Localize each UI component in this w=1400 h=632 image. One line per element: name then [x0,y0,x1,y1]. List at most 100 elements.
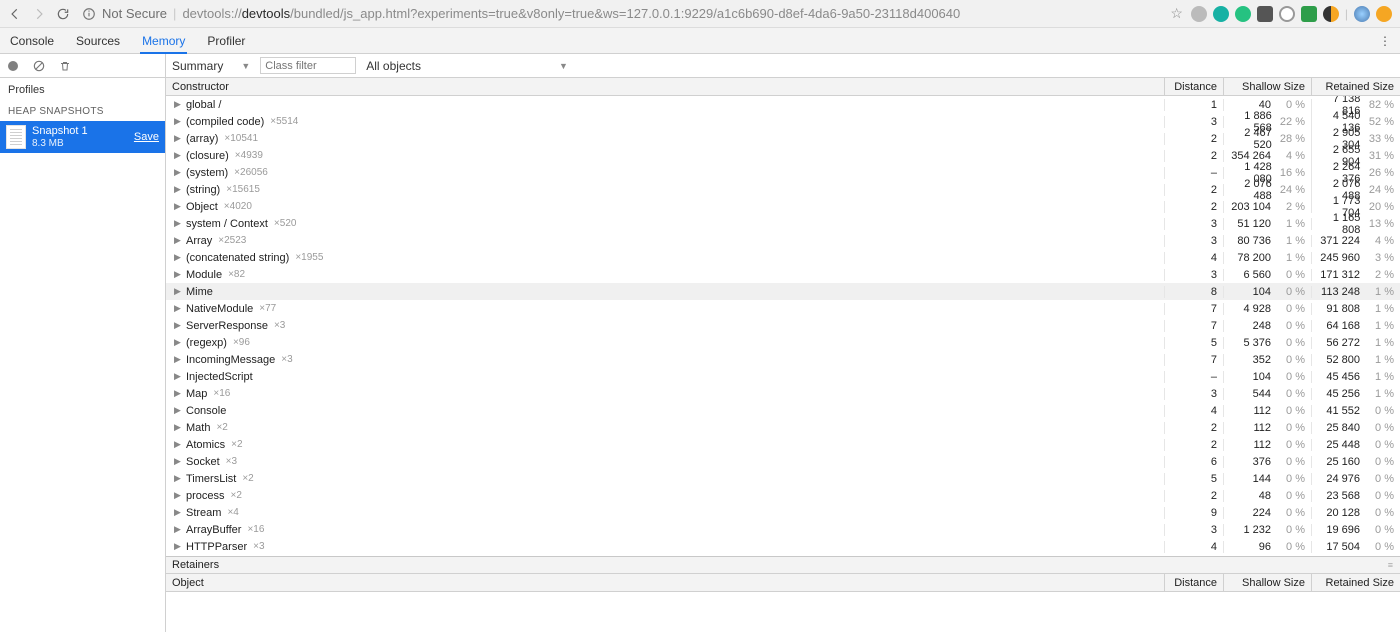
retained-pct: 0 % [1360,422,1394,434]
table-row[interactable]: ▶ArrayBuffer×1631 2320 %19 6960 % [166,521,1400,538]
trash-button[interactable] [58,59,72,73]
chevron-right-icon[interactable]: ▶ [174,473,182,484]
table-row[interactable]: ▶process×22480 %23 5680 % [166,487,1400,504]
chevron-right-icon[interactable]: ▶ [174,218,182,229]
reload-button[interactable] [54,5,72,23]
chevron-right-icon[interactable]: ▶ [174,184,182,195]
ext-icon[interactable] [1191,6,1207,22]
col-retained[interactable]: Retained Size [1312,574,1400,591]
table-row[interactable]: ▶Map×1635440 %45 2561 % [166,385,1400,402]
constructor-name: ServerResponse [186,320,268,332]
forward-button[interactable] [30,5,48,23]
snapshot-save-link[interactable]: Save [134,131,159,143]
chevron-right-icon[interactable]: ▶ [174,371,182,382]
clear-button[interactable] [32,59,46,73]
retainers-title[interactable]: Retainers ≡ [166,557,1400,574]
col-distance[interactable]: Distance [1165,78,1224,95]
devtools-more-icon[interactable]: ⋮ [1379,34,1392,48]
table-row[interactable]: ▶Object×40202203 1042 %1 773 70420 % [166,198,1400,215]
address-bar[interactable]: Not Secure | devtools://devtools/bundled… [78,3,1164,25]
col-object[interactable]: Object [166,574,1165,591]
chevron-right-icon[interactable]: ▶ [174,439,182,450]
ext-icon[interactable] [1235,6,1251,22]
table-row[interactable]: ▶Math×221120 %25 8400 % [166,419,1400,436]
table-row[interactable]: ▶(concatenated string)×1955478 2001 %245… [166,249,1400,266]
ext-icon[interactable] [1301,6,1317,22]
chevron-right-icon[interactable]: ▶ [174,490,182,501]
tab-console[interactable]: Console [8,28,56,54]
snapshot-item[interactable]: Snapshot 1 8.3 MB Save [0,121,165,153]
chevron-right-icon[interactable]: ▶ [174,133,182,144]
col-shallow[interactable]: Shallow Size [1224,574,1312,591]
chevron-right-icon[interactable]: ▶ [174,201,182,212]
shallow-pct: 0 % [1271,405,1305,417]
chevron-right-icon[interactable]: ▶ [174,541,182,552]
col-shallow[interactable]: Shallow Size [1224,78,1312,95]
view-select[interactable]: Summary▼ [172,59,250,73]
chevron-right-icon[interactable]: ▶ [174,269,182,280]
record-button[interactable] [6,59,20,73]
drag-handle-icon[interactable]: ≡ [1388,560,1394,570]
table-row[interactable]: ▶(string)×1561522 076 48824 %2 076 48824… [166,181,1400,198]
table-row[interactable]: ▶Array×2523380 7361 %371 2244 % [166,232,1400,249]
chevron-right-icon[interactable]: ▶ [174,252,182,263]
back-button[interactable] [6,5,24,23]
table-row[interactable]: ▶(closure)×49392354 2644 %2 655 90431 % [166,147,1400,164]
retained-pct: 0 % [1360,405,1394,417]
table-row[interactable]: ▶Mime81040 %113 2481 % [166,283,1400,300]
chevron-right-icon[interactable]: ▶ [174,405,182,416]
chevron-right-icon[interactable]: ▶ [174,388,182,399]
distance-value: 2 [1211,184,1217,196]
table-row[interactable]: ▶(regexp)×9655 3760 %56 2721 % [166,334,1400,351]
table-row[interactable]: ▶global /1400 %7 138 81682 % [166,96,1400,113]
chevron-right-icon[interactable]: ▶ [174,167,182,178]
table-row[interactable]: ▶Console41120 %41 5520 % [166,402,1400,419]
table-row[interactable]: ▶(system)×26056–1 428 08016 %2 264 37626… [166,164,1400,181]
tab-profiler[interactable]: Profiler [205,28,247,54]
chevron-right-icon[interactable]: ▶ [174,303,182,314]
table-row[interactable]: ▶IncomingMessage×373520 %52 8001 % [166,351,1400,368]
chevron-right-icon[interactable]: ▶ [174,99,182,110]
ext-icon[interactable] [1376,6,1392,22]
table-row[interactable]: ▶system / Context×520351 1201 %1 165 808… [166,215,1400,232]
chevron-right-icon[interactable]: ▶ [174,150,182,161]
retained-pct: 4 % [1360,235,1394,247]
col-retained[interactable]: Retained Size [1312,78,1400,95]
tab-sources[interactable]: Sources [74,28,122,54]
table-row[interactable]: ▶Socket×363760 %25 1600 % [166,453,1400,470]
chevron-right-icon[interactable]: ▶ [174,320,182,331]
table-row[interactable]: ▶NativeModule×7774 9280 %91 8081 % [166,300,1400,317]
chevron-right-icon[interactable]: ▶ [174,116,182,127]
col-distance[interactable]: Distance [1165,574,1224,591]
chevron-right-icon[interactable]: ▶ [174,422,182,433]
scope-select[interactable]: All objects▼ [366,59,568,73]
chevron-right-icon[interactable]: ▶ [174,354,182,365]
chevron-right-icon[interactable]: ▶ [174,524,182,535]
table-row[interactable]: ▶(array)×1054122 467 52028 %2 905 30433 … [166,130,1400,147]
chevron-right-icon[interactable]: ▶ [174,456,182,467]
avatar-icon[interactable] [1354,6,1370,22]
table-row[interactable]: ▶(compiled code)×551431 886 56822 %4 540… [166,113,1400,130]
table-row[interactable]: ▶ServerResponse×372480 %64 1681 % [166,317,1400,334]
browser-toolbar: Not Secure | devtools://devtools/bundled… [0,0,1400,28]
chevron-right-icon[interactable]: ▶ [174,507,182,518]
ext-icon[interactable] [1323,6,1339,22]
ext-icon[interactable] [1213,6,1229,22]
table-row[interactable]: ▶HTTPParser×34960 %17 5040 % [166,538,1400,555]
tab-memory[interactable]: Memory [140,28,187,54]
ext-icon[interactable] [1257,6,1273,22]
bookmark-icon[interactable]: ☆ [1170,5,1183,22]
shallow-size: 104 [1253,286,1271,298]
class-filter-input[interactable] [260,57,356,74]
table-row[interactable]: ▶Stream×492240 %20 1280 % [166,504,1400,521]
chevron-right-icon[interactable]: ▶ [174,235,182,246]
table-row[interactable]: ▶InjectedScript–1040 %45 4561 % [166,368,1400,385]
table-row[interactable]: ▶Atomics×221120 %25 4480 % [166,436,1400,453]
chevron-right-icon[interactable]: ▶ [174,286,182,297]
col-constructor[interactable]: Constructor [166,78,1165,95]
table-row[interactable]: ▶Module×8236 5600 %171 3122 % [166,266,1400,283]
ext-icon[interactable] [1279,6,1295,22]
table-row[interactable]: ▶TimersList×251440 %24 9760 % [166,470,1400,487]
heap-grid-body[interactable]: ▶global /1400 %7 138 81682 %▶(compiled c… [166,96,1400,556]
chevron-right-icon[interactable]: ▶ [174,337,182,348]
